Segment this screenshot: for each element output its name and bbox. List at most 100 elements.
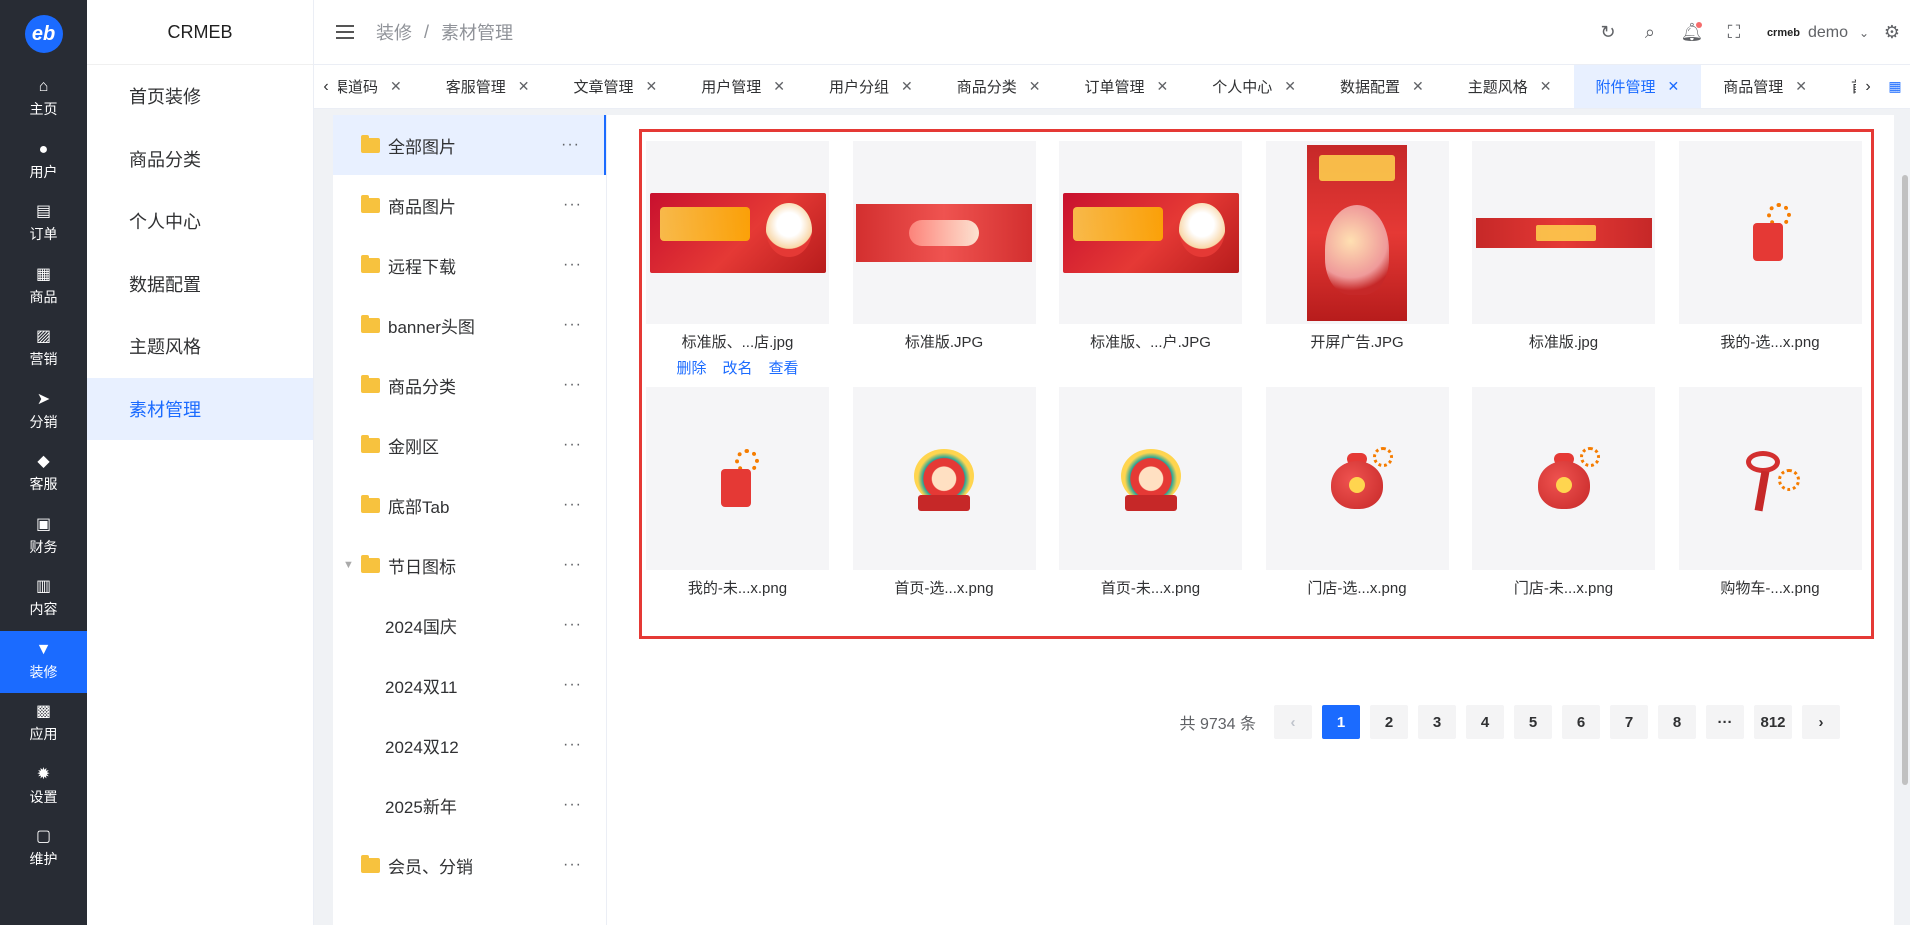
rail-item-apps[interactable]: ▩ 应用 [0, 693, 87, 756]
rail-item-home[interactable]: ⌂ 主页 [0, 68, 87, 131]
image-thumbnail[interactable] [1059, 141, 1242, 324]
bell-icon[interactable]: 🔔︎ [1671, 12, 1713, 54]
folder-tree-node[interactable]: 2024双11 ··· [333, 655, 606, 715]
folder-tree-node[interactable]: ▼ 节日图标 ··· [333, 535, 606, 595]
close-icon[interactable]: ✕ [773, 78, 785, 95]
close-icon[interactable]: ✕ [390, 78, 402, 95]
more-icon[interactable]: ··· [563, 616, 582, 634]
tab-item[interactable]: 公众号渠道码 ✕ [338, 65, 424, 108]
tab-item[interactable]: 附件管理 ✕ [1573, 65, 1702, 108]
rail-item-maintenance[interactable]: ▢ 维护 [0, 818, 87, 881]
scrollbar-thumb[interactable] [1902, 175, 1908, 785]
rail-item-user[interactable]: ● 用户 [0, 131, 87, 194]
folder-tree-node[interactable]: 金刚区 ··· [333, 415, 606, 475]
folder-tree-node[interactable]: 商品分类 ··· [333, 355, 606, 415]
refresh-icon[interactable]: ↻ [1587, 12, 1629, 54]
page-button[interactable]: 812 [1754, 705, 1792, 739]
close-icon[interactable]: ✕ [901, 78, 913, 95]
menu-toggle-icon[interactable] [336, 25, 354, 39]
more-icon[interactable]: ··· [563, 316, 582, 334]
close-icon[interactable]: ✕ [1668, 78, 1680, 95]
image-card[interactable]: 标准版、...店.jpg 删除 改名 查看 [646, 141, 829, 378]
more-icon[interactable]: ··· [563, 256, 582, 274]
sidebar-item[interactable]: 首页装修 [87, 65, 313, 128]
rail-item-order[interactable]: ▤ 订单 [0, 193, 87, 256]
image-thumbnail[interactable] [852, 141, 1036, 324]
more-icon[interactable]: ··· [563, 676, 582, 694]
tab-item[interactable]: 用户分组 ✕ [807, 65, 935, 108]
prev-page-button[interactable]: ‹ [1274, 705, 1312, 739]
folder-tree-node[interactable]: 2025新年 ··· [333, 775, 606, 835]
image-card[interactable]: 开屏广告.JPG [1265, 141, 1449, 352]
image-thumbnail[interactable] [1472, 141, 1655, 324]
rail-item-settings[interactable]: ✹ 设置 [0, 756, 87, 819]
image-thumbnail[interactable] [1265, 387, 1449, 570]
image-thumbnail[interactable] [852, 387, 1036, 570]
image-thumbnail[interactable] [1678, 387, 1862, 570]
more-icon[interactable]: ··· [563, 196, 582, 214]
page-button[interactable]: 2 [1370, 705, 1408, 739]
rail-item-distribution[interactable]: ➤ 分销 [0, 381, 87, 444]
page-button[interactable]: 7 [1610, 705, 1648, 739]
tab-item[interactable]: 首页 [1829, 65, 1856, 108]
image-card[interactable]: 标准版、...户.JPG [1059, 141, 1242, 352]
next-page-button[interactable]: › [1802, 705, 1840, 739]
image-card[interactable]: 购物车-...x.png [1678, 387, 1862, 598]
more-icon[interactable]: ··· [563, 796, 582, 814]
chevron-down-icon[interactable]: ⌄ [1854, 12, 1874, 54]
image-card[interactable]: 首页-选...x.png [852, 387, 1036, 598]
tab-item[interactable]: 数据配置 ✕ [1318, 65, 1446, 108]
tabs-scroll-right-icon[interactable]: › [1856, 78, 1880, 96]
user-avatar-logo[interactable]: crmeb [1767, 27, 1800, 39]
sidebar-item[interactable]: 数据配置 [87, 253, 313, 316]
close-icon[interactable]: ✕ [646, 78, 658, 95]
image-card[interactable]: 标准版.jpg [1472, 141, 1655, 352]
rail-item-decorate[interactable]: ▼ 装修 [0, 630, 87, 693]
more-icon[interactable]: ··· [563, 556, 582, 574]
rail-item-service[interactable]: ◆ 客服 [0, 443, 87, 506]
user-name[interactable]: demo [1808, 24, 1848, 42]
rail-item-marketing[interactable]: ▨ 营销 [0, 318, 87, 381]
fullscreen-icon[interactable]: ⛶ [1713, 12, 1755, 54]
image-thumbnail[interactable] [646, 387, 829, 570]
image-thumbnail[interactable] [1265, 141, 1449, 324]
tab-item[interactable]: 文章管理 ✕ [552, 65, 680, 108]
close-icon[interactable]: ✕ [1157, 78, 1169, 95]
page-scrollbar[interactable] [1900, 109, 1910, 925]
tab-item[interactable]: 个人中心 ✕ [1190, 65, 1318, 108]
folder-tree-node[interactable]: banner头图 ··· [333, 295, 606, 355]
tab-item[interactable]: 客服管理 ✕ [424, 65, 552, 108]
rail-logo[interactable]: eb [0, 0, 87, 68]
more-icon[interactable]: ··· [563, 736, 582, 754]
more-icon[interactable]: ··· [563, 376, 582, 394]
gear-icon[interactable]: ⚙ [1874, 12, 1910, 54]
page-button[interactable]: 5 [1514, 705, 1552, 739]
image-card[interactable]: 我的-未...x.png [646, 387, 829, 598]
more-icon[interactable]: ··· [563, 856, 582, 874]
tab-item[interactable]: 订单管理 ✕ [1063, 65, 1191, 108]
image-card[interactable]: 门店-选...x.png [1265, 387, 1449, 598]
page-button[interactable]: 8 [1658, 705, 1696, 739]
rename-link[interactable]: 改名 [722, 357, 752, 378]
sidebar-item[interactable]: 商品分类 [87, 128, 313, 191]
folder-tree-node[interactable]: 商品图片 ··· [333, 175, 606, 235]
sidebar-item[interactable]: 个人中心 [87, 190, 313, 253]
view-link[interactable]: 查看 [769, 357, 799, 378]
more-icon[interactable]: ··· [561, 136, 580, 154]
tabs-scroll-left-icon[interactable]: ‹ [314, 78, 338, 96]
search-icon[interactable]: ⌕ [1629, 12, 1671, 54]
rail-item-goods[interactable]: ▦ 商品 [0, 256, 87, 319]
image-card[interactable]: 首页-未...x.png [1059, 387, 1242, 598]
close-icon[interactable]: ✕ [1284, 78, 1296, 95]
close-icon[interactable]: ✕ [518, 78, 530, 95]
folder-tree-node[interactable]: 2024双12 ··· [333, 715, 606, 775]
rail-item-wallet[interactable]: ▣ 财务 [0, 506, 87, 569]
folder-tree-node[interactable]: 底部Tab ··· [333, 475, 606, 535]
more-icon[interactable]: ··· [563, 436, 582, 454]
image-thumbnail[interactable] [646, 141, 829, 324]
caret-down-icon[interactable]: ▼ [343, 559, 354, 571]
tab-item[interactable]: 主题风格 ✕ [1446, 65, 1574, 108]
close-icon[interactable]: ✕ [1795, 78, 1807, 95]
tab-item[interactable]: 商品分类 ✕ [935, 65, 1063, 108]
tabs-menu-icon[interactable]: ▦ [1880, 78, 1910, 95]
